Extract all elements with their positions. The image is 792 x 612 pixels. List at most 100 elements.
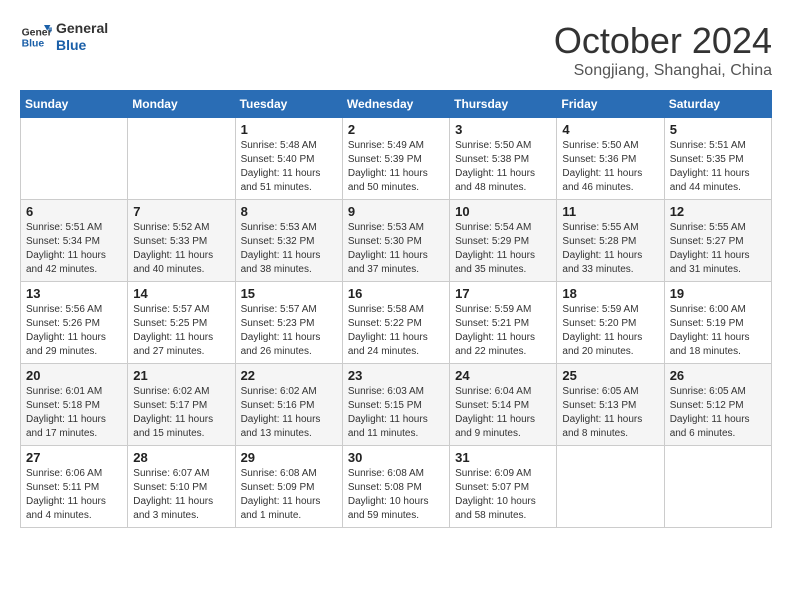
day-header-wednesday: Wednesday [342,91,449,118]
day-info: Sunrise: 5:53 AM Sunset: 5:32 PM Dayligh… [241,221,337,277]
day-info: Sunrise: 6:06 AM Sunset: 5:11 PM Dayligh… [26,467,122,523]
day-info: Sunrise: 5:49 AM Sunset: 5:39 PM Dayligh… [348,139,444,195]
day-number: 15 [241,286,337,301]
day-number: 18 [562,286,658,301]
day-info: Sunrise: 5:53 AM Sunset: 5:30 PM Dayligh… [348,221,444,277]
day-number: 17 [455,286,551,301]
day-info: Sunrise: 5:51 AM Sunset: 5:35 PM Dayligh… [670,139,766,195]
calendar-cell: 11Sunrise: 5:55 AM Sunset: 5:28 PM Dayli… [557,200,664,282]
day-info: Sunrise: 6:05 AM Sunset: 5:13 PM Dayligh… [562,385,658,441]
day-info: Sunrise: 6:05 AM Sunset: 5:12 PM Dayligh… [670,385,766,441]
day-info: Sunrise: 5:56 AM Sunset: 5:26 PM Dayligh… [26,303,122,359]
calendar-cell: 20 Sunrise: 6:01 AM Sunset: 5:18 PM Dayli… [21,364,128,446]
logo-general-text: General [56,20,108,37]
day-number: 13 [26,286,122,301]
day-number: 26 [670,368,766,383]
page-header: General Blue General Blue October 2024 S… [20,20,772,80]
calendar-cell: 21 Sunrise: 6:02 AM Sunset: 5:17 PM Dayli… [128,364,235,446]
calendar-table: SundayMondayTuesdayWednesdayThursdayFrid… [20,90,772,528]
day-info: Sunrise: 5:50 AM Sunset: 5:36 PM Dayligh… [562,139,658,195]
day-number: 2 [348,122,444,137]
day-number: 25 [562,368,658,383]
calendar-cell: 6Sunrise: 5:51 AM Sunset: 5:34 PM Daylig… [21,200,128,282]
calendar-header-row: SundayMondayTuesdayWednesdayThursdayFrid… [21,91,772,118]
day-header-sunday: Sunday [21,91,128,118]
calendar-cell: 10 Sunrise: 5:54 AM Sunset: 5:29 PM Dayli… [450,200,557,282]
calendar-week-4: 20 Sunrise: 6:01 AM Sunset: 5:18 PM Dayli… [21,364,772,446]
calendar-cell [21,118,128,200]
day-number: 4 [562,122,658,137]
calendar-cell: 17Sunrise: 5:59 AM Sunset: 5:21 PM Dayli… [450,282,557,364]
calendar-cell: 31 Sunrise: 6:09 AM Sunset: 5:07 PM Dayli… [450,446,557,528]
day-number: 8 [241,204,337,219]
day-number: 9 [348,204,444,219]
day-info: Sunrise: 5:52 AM Sunset: 5:33 PM Dayligh… [133,221,229,277]
calendar-cell: 16 Sunrise: 5:58 AM Sunset: 5:22 PM Dayli… [342,282,449,364]
day-number: 30 [348,450,444,465]
calendar-cell: 29Sunrise: 6:08 AM Sunset: 5:09 PM Dayli… [235,446,342,528]
day-info: Sunrise: 5:57 AM Sunset: 5:23 PM Dayligh… [241,303,337,359]
calendar-cell [557,446,664,528]
day-header-monday: Monday [128,91,235,118]
day-number: 19 [670,286,766,301]
calendar-cell [664,446,771,528]
day-info: Sunrise: 5:58 AM Sunset: 5:22 PM Dayligh… [348,303,444,359]
day-number: 3 [455,122,551,137]
day-number: 31 [455,450,551,465]
calendar-week-1: 1Sunrise: 5:48 AM Sunset: 5:40 PM Daylig… [21,118,772,200]
location-subtitle: Songjiang, Shanghai, China [554,62,772,80]
day-info: Sunrise: 5:59 AM Sunset: 5:20 PM Dayligh… [562,303,658,359]
calendar-week-3: 13 Sunrise: 5:56 AM Sunset: 5:26 PM Dayli… [21,282,772,364]
calendar-cell: 25 Sunrise: 6:05 AM Sunset: 5:13 PM Dayli… [557,364,664,446]
day-info: Sunrise: 6:00 AM Sunset: 5:19 PM Dayligh… [670,303,766,359]
logo-blue-text: Blue [56,37,108,54]
calendar-cell: 4 Sunrise: 5:50 AM Sunset: 5:36 PM Daylig… [557,118,664,200]
day-info: Sunrise: 6:02 AM Sunset: 5:16 PM Dayligh… [241,385,337,441]
calendar-week-2: 6Sunrise: 5:51 AM Sunset: 5:34 PM Daylig… [21,200,772,282]
day-info: Sunrise: 6:02 AM Sunset: 5:17 PM Dayligh… [133,385,229,441]
logo-icon: General Blue [20,21,52,53]
calendar-cell: 26 Sunrise: 6:05 AM Sunset: 5:12 PM Dayli… [664,364,771,446]
day-info: Sunrise: 6:08 AM Sunset: 5:09 PM Dayligh… [241,467,337,523]
day-number: 21 [133,368,229,383]
day-number: 5 [670,122,766,137]
calendar-cell: 15 Sunrise: 5:57 AM Sunset: 5:23 PM Dayli… [235,282,342,364]
day-header-tuesday: Tuesday [235,91,342,118]
calendar-cell: 19 Sunrise: 6:00 AM Sunset: 5:19 PM Dayli… [664,282,771,364]
calendar-cell: 30 Sunrise: 6:08 AM Sunset: 5:08 PM Dayli… [342,446,449,528]
day-info: Sunrise: 6:09 AM Sunset: 5:07 PM Dayligh… [455,467,551,523]
calendar-cell [128,118,235,200]
day-number: 28 [133,450,229,465]
day-number: 14 [133,286,229,301]
day-info: Sunrise: 6:03 AM Sunset: 5:15 PM Dayligh… [348,385,444,441]
day-info: Sunrise: 5:48 AM Sunset: 5:40 PM Dayligh… [241,139,337,195]
day-number: 16 [348,286,444,301]
calendar-cell: 5 Sunrise: 5:51 AM Sunset: 5:35 PM Daylig… [664,118,771,200]
day-header-thursday: Thursday [450,91,557,118]
title-block: October 2024 Songjiang, Shanghai, China [554,20,772,80]
day-info: Sunrise: 6:01 AM Sunset: 5:18 PM Dayligh… [26,385,122,441]
calendar-cell: 12Sunrise: 5:55 AM Sunset: 5:27 PM Dayli… [664,200,771,282]
calendar-week-5: 27Sunrise: 6:06 AM Sunset: 5:11 PM Dayli… [21,446,772,528]
day-number: 11 [562,204,658,219]
calendar-cell: 22Sunrise: 6:02 AM Sunset: 5:16 PM Dayli… [235,364,342,446]
day-info: Sunrise: 6:08 AM Sunset: 5:08 PM Dayligh… [348,467,444,523]
day-info: Sunrise: 6:07 AM Sunset: 5:10 PM Dayligh… [133,467,229,523]
day-info: Sunrise: 5:54 AM Sunset: 5:29 PM Dayligh… [455,221,551,277]
calendar-cell: 7 Sunrise: 5:52 AM Sunset: 5:33 PM Daylig… [128,200,235,282]
day-header-friday: Friday [557,91,664,118]
day-info: Sunrise: 6:04 AM Sunset: 5:14 PM Dayligh… [455,385,551,441]
day-number: 6 [26,204,122,219]
day-number: 20 [26,368,122,383]
calendar-cell: 2 Sunrise: 5:49 AM Sunset: 5:39 PM Daylig… [342,118,449,200]
day-number: 24 [455,368,551,383]
calendar-cell: 14Sunrise: 5:57 AM Sunset: 5:25 PM Dayli… [128,282,235,364]
day-number: 10 [455,204,551,219]
calendar-cell: 13 Sunrise: 5:56 AM Sunset: 5:26 PM Dayli… [21,282,128,364]
day-header-saturday: Saturday [664,91,771,118]
calendar-cell: 27Sunrise: 6:06 AM Sunset: 5:11 PM Dayli… [21,446,128,528]
calendar-cell: 28 Sunrise: 6:07 AM Sunset: 5:10 PM Dayli… [128,446,235,528]
day-number: 7 [133,204,229,219]
calendar-cell: 18 Sunrise: 5:59 AM Sunset: 5:20 PM Dayli… [557,282,664,364]
calendar-cell: 24 Sunrise: 6:04 AM Sunset: 5:14 PM Dayli… [450,364,557,446]
